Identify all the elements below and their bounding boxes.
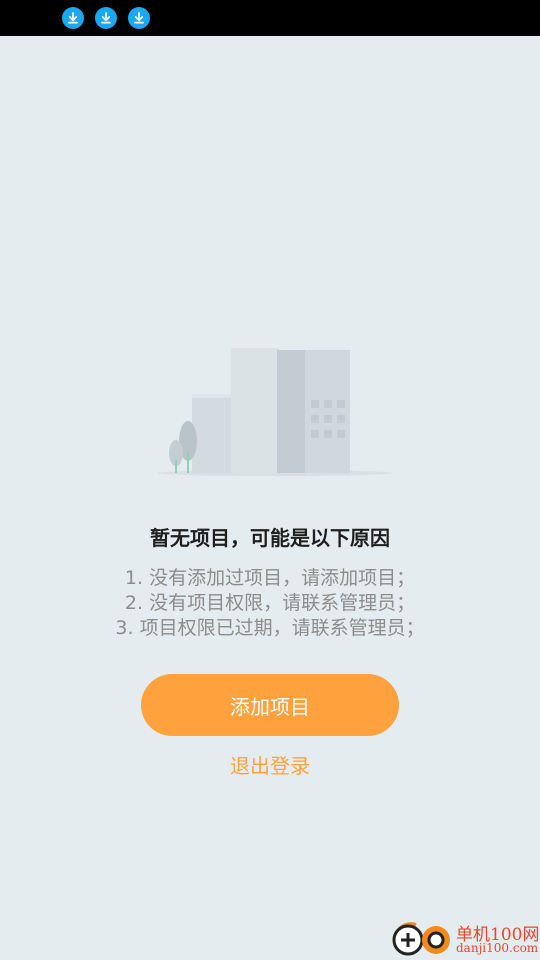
reason-item: 1. 没有添加过项目，请添加项目； bbox=[124, 567, 416, 589]
download-icon bbox=[95, 7, 117, 29]
add-project-button[interactable]: 添加项目 bbox=[141, 674, 399, 736]
empty-state-title: 暂无项目，可能是以下原因 bbox=[150, 526, 390, 550]
watermark-logo-icon bbox=[392, 922, 450, 956]
empty-building-illustration bbox=[150, 330, 400, 480]
reason-item: 3. 项目权限已过期，请联系管理员； bbox=[115, 617, 425, 639]
empty-reasons-list: 1. 没有添加过项目，请添加项目； 2. 没有项目权限，请联系管理员； 3. 项… bbox=[0, 566, 540, 641]
reason-item: 2. 没有项目权限，请联系管理员； bbox=[124, 592, 416, 614]
status-bar bbox=[0, 0, 540, 36]
download-icon bbox=[128, 7, 150, 29]
download-icon bbox=[62, 7, 84, 29]
logout-link[interactable]: 退出登录 bbox=[0, 750, 540, 779]
watermark: 单机100网 danji100.com bbox=[388, 916, 540, 960]
watermark-url: danji100.com bbox=[456, 941, 539, 955]
